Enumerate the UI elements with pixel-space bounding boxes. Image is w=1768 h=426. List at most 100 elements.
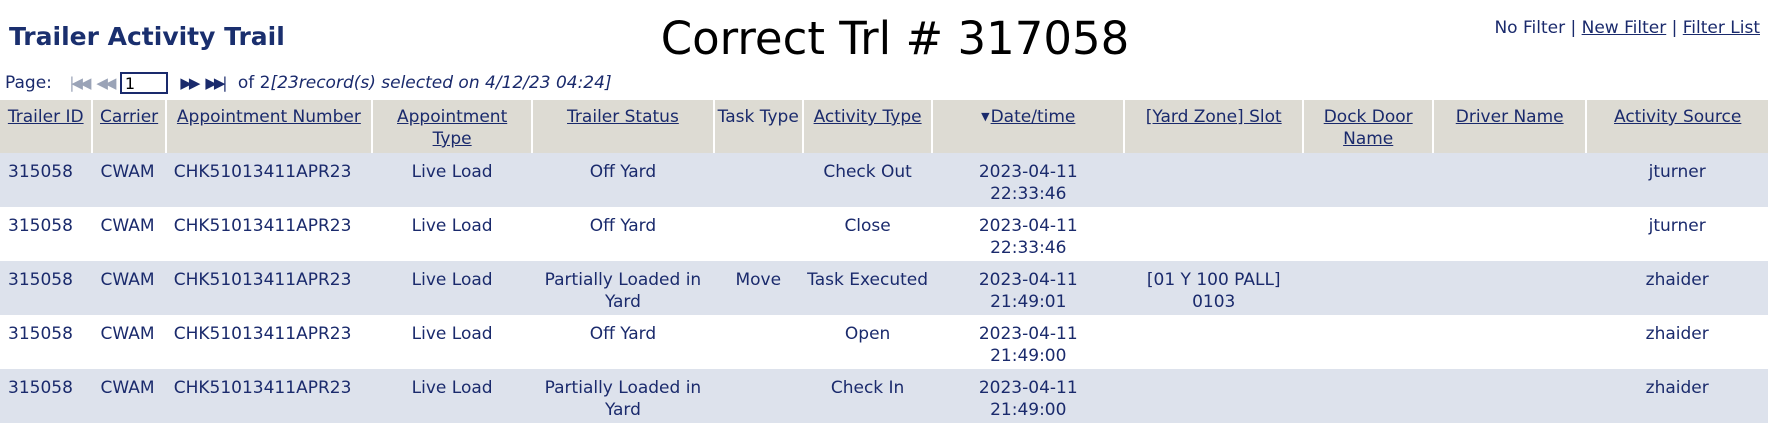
table-cell-activity-source: zhaider — [1586, 261, 1768, 315]
table-row[interactable]: 315058 CWAM CHK51013411APR23 Live Load Off Y… — [0, 207, 1768, 261]
column-header-link[interactable]: Driver Name — [1456, 107, 1564, 127]
column-header-link[interactable]: Date/time — [991, 107, 1076, 127]
date-value: 2023-04-11 — [978, 324, 1078, 344]
column-header-link[interactable]: Trailer Status — [567, 107, 679, 127]
table-cell-driver-name — [1433, 153, 1587, 207]
activity-table: Trailer ID Carrier Appointment Number Ap… — [0, 100, 1768, 423]
table-row[interactable]: 315058 CWAM CHK51013411APR23 Live Load Parti… — [0, 261, 1768, 315]
table-cell-datetime: 2023-04-11 21:49:00 — [932, 315, 1125, 369]
date-value: 2023-04-11 — [978, 216, 1078, 236]
table-cell-dock-door-name — [1303, 207, 1434, 261]
column-header-link[interactable]: Appointment Type — [397, 107, 507, 149]
table-cell-driver-name — [1433, 369, 1587, 423]
filter-list-link[interactable]: Filter List — [1683, 18, 1760, 38]
page-number-input[interactable] — [119, 72, 168, 94]
table-cell-dock-door-name — [1303, 153, 1434, 207]
table-cell-appointment-number: CHK51013411APR23 — [165, 207, 373, 261]
table-cell-appointment-type: Live Load — [372, 369, 533, 423]
table-cell-trailer-status: Off Yard — [532, 315, 714, 369]
column-header-driver-name[interactable]: Driver Name — [1432, 100, 1587, 153]
separator: | — [1671, 18, 1678, 38]
table-cell-activity-source: jturner — [1586, 207, 1768, 261]
table-cell-trailer-status: Partially Loaded in Yard — [532, 261, 714, 315]
sort-descending-icon: ▼ — [981, 110, 990, 123]
column-header-link[interactable]: Activity Source — [1614, 107, 1741, 127]
first-page-icon[interactable]: |◀◀ — [66, 73, 92, 93]
table-cell-activity-type: Open — [802, 315, 933, 369]
date-value: 2023-04-11 — [978, 162, 1078, 182]
table-cell-trailer-status: Off Yard — [532, 153, 714, 207]
table-cell-appointment-number: CHK51013411APR23 — [165, 315, 373, 369]
table-cell-appointment-type: Live Load — [372, 261, 533, 315]
table-cell-dock-door-name — [1303, 315, 1434, 369]
previous-page-icon[interactable]: ◀◀ — [92, 73, 118, 93]
last-page-icon[interactable]: ▶▶| — [202, 73, 228, 93]
table-header-row: Trailer ID Carrier Appointment Number Ap… — [0, 100, 1768, 153]
time-value: 21:49:00 — [990, 346, 1067, 366]
column-header-appointment-type[interactable]: Appointment Type — [371, 100, 533, 153]
table-cell-driver-name — [1433, 261, 1587, 315]
column-header-activity-source[interactable]: Activity Source — [1585, 100, 1768, 153]
column-header-link[interactable]: Activity Type — [814, 107, 922, 127]
table-cell-driver-name — [1433, 315, 1587, 369]
table-cell-trailer-status: Off Yard — [532, 207, 714, 261]
table-cell-datetime: 2023-04-11 21:49:00 — [932, 369, 1125, 423]
column-header-label: Task Type — [717, 107, 799, 127]
table-cell-trailer-id: 315058 — [0, 207, 93, 261]
table-cell-task-type — [713, 315, 803, 369]
table-row[interactable]: 315058 CWAM CHK51013411APR23 Live Load Parti… — [0, 369, 1768, 423]
column-header-link[interactable]: Carrier — [100, 107, 158, 127]
column-header-link[interactable]: Dock Door Name — [1324, 107, 1413, 149]
time-value: 22:33:46 — [990, 238, 1067, 258]
page-label: Page: — [5, 73, 52, 93]
next-page-icon[interactable]: ▶▶ — [176, 73, 202, 93]
time-value: 21:49:01 — [990, 292, 1067, 312]
column-header-trailer-id[interactable]: Trailer ID — [0, 100, 93, 153]
table-cell-yard-zone-slot — [1124, 207, 1304, 261]
table-cell-appointment-number: CHK51013411APR23 — [165, 153, 373, 207]
table-cell-yard-zone-slot: [01 Y 100 PALL] 0103 — [1124, 261, 1304, 315]
page-count: of 2 — [237, 73, 271, 93]
separator: | — [1570, 18, 1577, 38]
time-value: 22:33:46 — [990, 184, 1067, 204]
table-cell-trailer-id: 315058 — [0, 369, 93, 423]
table-cell-trailer-status: Partially Loaded in Yard — [532, 369, 714, 423]
table-cell-activity-source: zhaider — [1586, 369, 1768, 423]
table-cell-yard-zone-slot — [1124, 153, 1304, 207]
table-cell-activity-source: zhaider — [1586, 315, 1768, 369]
table-cell-trailer-id: 315058 — [0, 261, 93, 315]
column-header-carrier[interactable]: Carrier — [91, 100, 166, 153]
table-cell-carrier: CWAM — [92, 369, 166, 423]
pager: Page: |◀◀ ◀◀ ▶▶ ▶▶| of 2 [23record(s) se… — [5, 71, 612, 95]
filter-status: No Filter — [1494, 18, 1566, 38]
column-header-link[interactable]: [Yard Zone] Slot — [1146, 107, 1282, 127]
column-header-activity-type[interactable]: Activity Type — [801, 100, 933, 153]
column-header-link[interactable]: Trailer ID — [8, 107, 84, 127]
table-cell-appointment-type: Live Load — [372, 153, 533, 207]
table-cell-activity-type: Check Out — [802, 153, 933, 207]
table-cell-appointment-type: Live Load — [372, 207, 533, 261]
column-header-date-time[interactable]: ▼Date/time — [931, 100, 1125, 153]
table-row[interactable]: 315058 CWAM CHK51013411APR23 Live Load Off Y… — [0, 315, 1768, 369]
column-header-trailer-status[interactable]: Trailer Status — [531, 100, 714, 153]
table-cell-task-type — [713, 153, 803, 207]
column-header-yard-zone-slot[interactable]: [Yard Zone] Slot — [1123, 100, 1304, 153]
column-header-link[interactable]: Appointment Number — [177, 107, 361, 127]
table-cell-carrier: CWAM — [92, 261, 166, 315]
table-cell-activity-type: Check In — [802, 369, 933, 423]
table-cell-appointment-number: CHK51013411APR23 — [165, 261, 373, 315]
date-value: 2023-04-11 — [978, 378, 1078, 398]
table-cell-activity-type: Task Executed — [802, 261, 933, 315]
table-cell-appointment-type: Live Load — [372, 315, 533, 369]
column-header-appointment-number[interactable]: Appointment Number — [164, 100, 373, 153]
new-filter-link[interactable]: New Filter — [1582, 18, 1667, 38]
table-cell-activity-type: Close — [802, 207, 933, 261]
table-cell-yard-zone-slot — [1124, 315, 1304, 369]
table-cell-task-type — [713, 369, 803, 423]
table-cell-carrier: CWAM — [92, 153, 166, 207]
column-header-task-type: Task Type — [712, 100, 803, 153]
column-header-dock-door-name[interactable]: Dock Door Name — [1302, 100, 1434, 153]
table-row[interactable]: 315058 CWAM CHK51013411APR23 Live Load Off Y… — [0, 153, 1768, 207]
table-cell-carrier: CWAM — [92, 207, 166, 261]
table-cell-driver-name — [1433, 207, 1587, 261]
